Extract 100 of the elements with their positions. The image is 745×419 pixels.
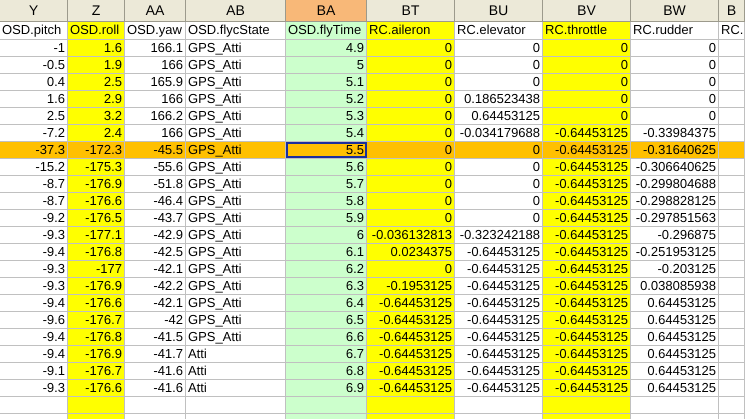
table-cell[interactable]: -0.203125: [631, 261, 719, 277]
table-cell[interactable]: -176.7: [68, 363, 125, 379]
table-cell[interactable]: 0: [367, 261, 455, 277]
table-row[interactable]: -9.4 -176.6 -42.1 GPS_Atti 6.4 -0.64453125 -0.64453125 -0.64453125 0.64453125: [0, 295, 745, 312]
column-header[interactable]: BV: [543, 0, 631, 21]
table-row[interactable]: -1 1.6 166.1 GPS_Atti 4.9 0 0 0 0: [0, 40, 745, 57]
table-cell[interactable]: 5.2: [286, 91, 367, 107]
table-cell[interactable]: 2.5: [68, 74, 125, 90]
table-cell[interactable]: -0.64453125: [543, 244, 631, 260]
table-cell[interactable]: 0: [367, 210, 455, 226]
table-cell[interactable]: 2.9: [68, 91, 125, 107]
table-cell[interactable]: -55.6: [125, 159, 186, 175]
table-cell[interactable]: -176.7: [68, 312, 125, 328]
table-cell[interactable]: 0.64453125: [631, 295, 719, 311]
table-cell[interactable]: RC.throttle: [543, 22, 631, 39]
table-cell[interactable]: -0.64453125: [543, 261, 631, 277]
table-cell[interactable]: 166.2: [125, 108, 186, 124]
table-cell[interactable]: -0.31640625: [631, 142, 719, 158]
table-cell[interactable]: -0.64453125: [543, 278, 631, 294]
table-cell[interactable]: -0.64453125: [367, 329, 455, 345]
table-cell[interactable]: -0.1953125: [367, 278, 455, 294]
table-cell[interactable]: -0.251953125: [631, 244, 719, 260]
table-row[interactable]: -0.5 1.9 166 GPS_Atti 5 0 0 0 0: [0, 57, 745, 74]
table-cell[interactable]: 6.2: [286, 261, 367, 277]
table-cell[interactable]: -37.3: [0, 142, 68, 158]
table-cell[interactable]: 5: [286, 57, 367, 73]
table-cell[interactable]: 0: [367, 193, 455, 209]
table-cell[interactable]: -176.8: [68, 244, 125, 260]
table-row[interactable]: -9.3 -176.6 -41.6 Atti 6.9 -0.64453125 -0.64453125 -0.64453125 0.64453125: [0, 380, 745, 397]
table-row[interactable]: -9.3 -177.1 -42.9 GPS_Atti 6 -0.036132813 -0.323242188 -0.64453125 -0.296875: [0, 227, 745, 244]
table-cell[interactable]: 6.9: [286, 380, 367, 396]
table-cell[interactable]: 0: [631, 108, 719, 124]
table-cell[interactable]: 5.4: [286, 125, 367, 141]
table-row[interactable]: -9.6 -176.7 -42 GPS_Atti 6.5 -0.64453125 -0.64453125 -0.64453125 0.64453125: [0, 312, 745, 329]
table-cell[interactable]: -0.64453125: [543, 210, 631, 226]
table-cell[interactable]: 0.64453125: [631, 363, 719, 379]
table-cell[interactable]: 0: [631, 91, 719, 107]
table-row[interactable]: 2.5 3.2 166.2 GPS_Atti 5.3 0 0.64453125 0 0: [0, 108, 745, 125]
table-cell[interactable]: 0: [367, 57, 455, 73]
table-cell[interactable]: -0.64453125: [543, 176, 631, 192]
table-cell[interactable]: 0: [367, 108, 455, 124]
table-cell[interactable]: 6.1: [286, 244, 367, 260]
table-cell[interactable]: -0.296875: [631, 227, 719, 243]
table-cell[interactable]: 3.2: [68, 108, 125, 124]
table-cell[interactable]: -0.299804688: [631, 176, 719, 192]
table-cell[interactable]: 0: [631, 57, 719, 73]
table-row[interactable]: -9.1 -176.7 -41.6 Atti 6.8 -0.64453125 -0.64453125 -0.64453125 0.64453125: [0, 363, 745, 380]
column-header[interactable]: BW: [631, 0, 719, 21]
table-cell[interactable]: 0.64453125: [631, 380, 719, 396]
table-cell[interactable]: -0.297851563: [631, 210, 719, 226]
table-cell[interactable]: 0: [367, 125, 455, 141]
table-cell[interactable]: 5.1: [286, 74, 367, 90]
table-cell[interactable]: -175.3: [68, 159, 125, 175]
table-cell[interactable]: 6.6: [286, 329, 367, 345]
table-cell[interactable]: 6.4: [286, 295, 367, 311]
table-cell[interactable]: -42: [125, 312, 186, 328]
table-cell[interactable]: -0.64453125: [367, 312, 455, 328]
table-row[interactable]: -37.3 -172.3 -45.5 GPS_Atti 5.5 0 0 -0.64453125 -0.31640625: [0, 142, 745, 159]
table-cell[interactable]: -42.1: [125, 295, 186, 311]
table-cell[interactable]: -176.6: [68, 380, 125, 396]
table-cell[interactable]: -46.4: [125, 193, 186, 209]
table-cell[interactable]: 0.64453125: [631, 346, 719, 362]
table-cell[interactable]: -0.64453125: [543, 346, 631, 362]
table-cell[interactable]: -0.64453125: [543, 329, 631, 345]
table-cell[interactable]: -177.1: [68, 227, 125, 243]
table-cell[interactable]: 5.7: [286, 176, 367, 192]
table-cell[interactable]: -41.6: [125, 363, 186, 379]
table-cell[interactable]: -0.298828125: [631, 193, 719, 209]
table-cell[interactable]: 5.3: [286, 108, 367, 124]
column-header[interactable]: Y: [0, 0, 68, 21]
table-row[interactable]: -9.4 -176.9 -41.7 Atti 6.7 -0.64453125 -0.64453125 -0.64453125 0.64453125: [0, 346, 745, 363]
table-cell[interactable]: 2.4: [68, 125, 125, 141]
table-cell[interactable]: OSD.roll: [68, 22, 125, 39]
table-cell[interactable]: RC.rudder: [631, 22, 719, 39]
table-cell[interactable]: 166: [125, 57, 186, 73]
table-row[interactable]: -9.4 -176.8 -42.5 GPS_Atti 6.1 0.0234375 -0.64453125 -0.64453125 -0.251953125: [0, 244, 745, 261]
table-cell[interactable]: -51.8: [125, 176, 186, 192]
table-cell[interactable]: 0: [631, 74, 719, 90]
table-cell[interactable]: OSD.yaw: [125, 22, 186, 39]
table-cell[interactable]: 165.9: [125, 74, 186, 90]
table-cell[interactable]: 5.6: [286, 159, 367, 175]
table-cell[interactable]: 0: [367, 159, 455, 175]
table-cell[interactable]: -0.64453125: [543, 312, 631, 328]
empty-cell[interactable]: [543, 397, 631, 413]
table-cell[interactable]: RC.aileron: [367, 22, 455, 39]
table-cell[interactable]: 6.7: [286, 346, 367, 362]
table-cell[interactable]: 0: [543, 74, 631, 90]
table-cell[interactable]: 4.9: [286, 40, 367, 56]
table-cell[interactable]: -0.64453125: [367, 363, 455, 379]
table-cell[interactable]: -0.64453125: [543, 227, 631, 243]
table-cell[interactable]: 0.64453125: [631, 312, 719, 328]
table-cell[interactable]: -42.1: [125, 261, 186, 277]
table-cell[interactable]: -176.9: [68, 176, 125, 192]
table-cell[interactable]: -42.9: [125, 227, 186, 243]
table-row[interactable]: 1.6 2.9 166 GPS_Atti 5.2 0 0.186523438 0 0: [0, 91, 745, 108]
table-cell[interactable]: 0: [543, 91, 631, 107]
table-cell[interactable]: 0: [543, 108, 631, 124]
table-cell[interactable]: OSD.flyTime: [286, 22, 367, 39]
table-cell[interactable]: -0.64453125: [543, 380, 631, 396]
table-cell[interactable]: 1.6: [68, 40, 125, 56]
